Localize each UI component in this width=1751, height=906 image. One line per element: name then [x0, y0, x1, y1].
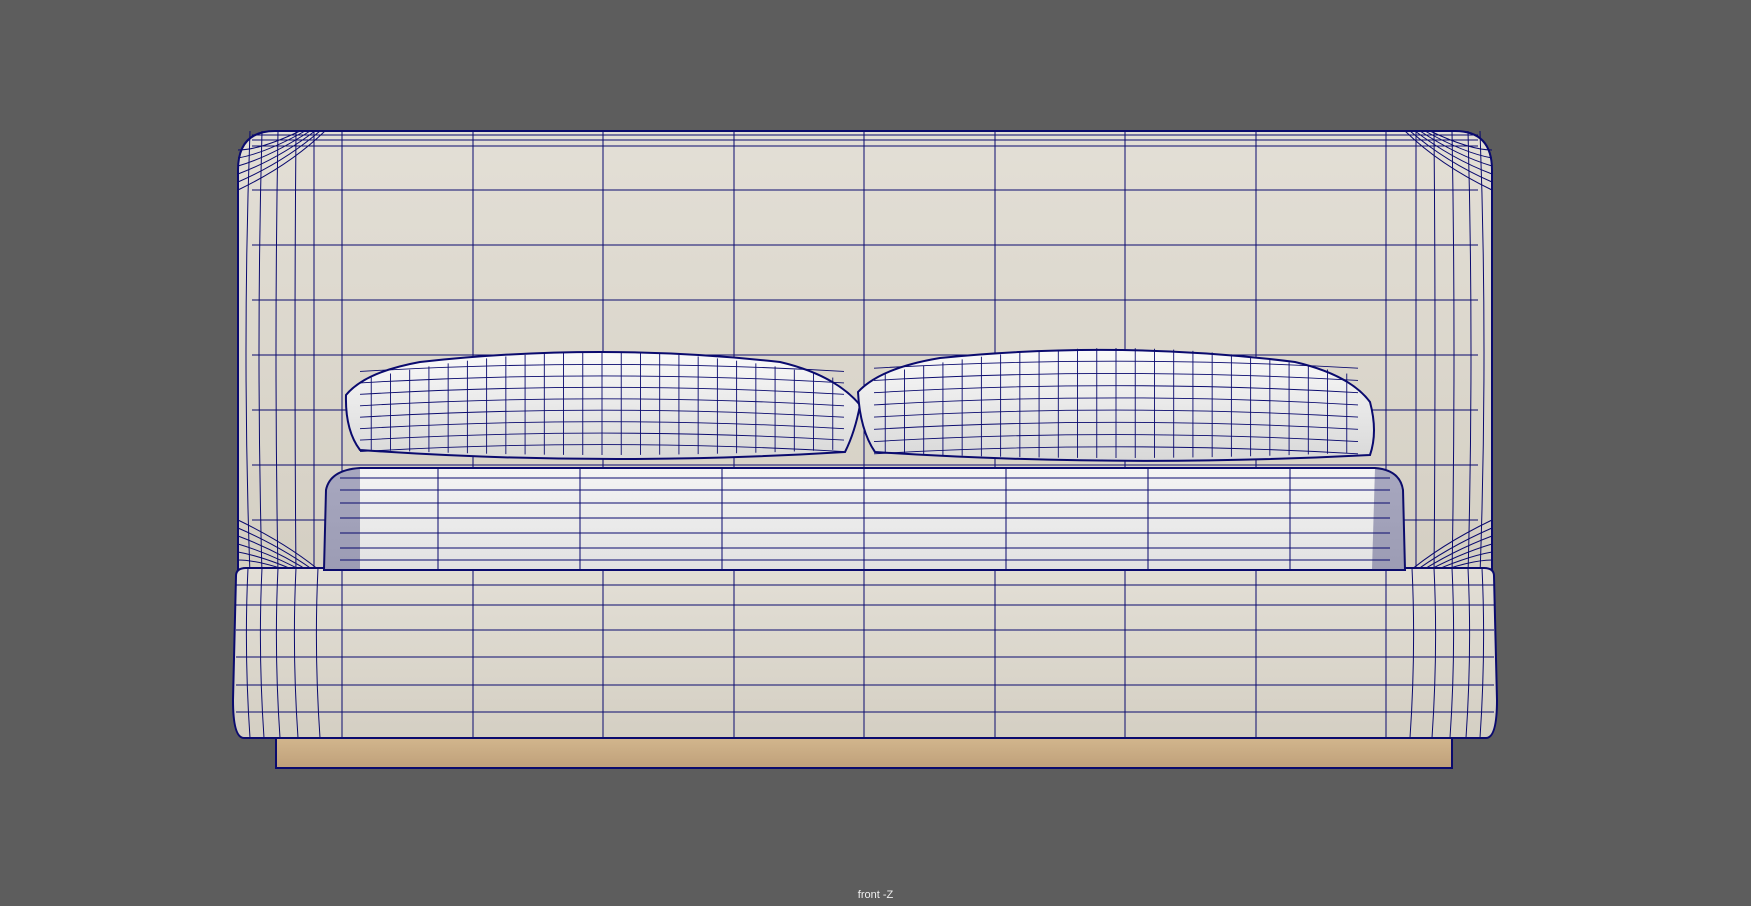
pillow-left[interactable]: [344, 351, 862, 461]
bed-frame[interactable]: [231, 567, 1499, 739]
mattress[interactable]: [322, 467, 1407, 571]
camera-label: front -Z: [857, 889, 894, 901]
viewport-front[interactable]: front -Z: [0, 0, 1751, 906]
wooden-base[interactable]: [275, 737, 1453, 769]
pillow-right[interactable]: [856, 348, 1375, 462]
bed-model-wireframe[interactable]: [0, 0, 1751, 906]
